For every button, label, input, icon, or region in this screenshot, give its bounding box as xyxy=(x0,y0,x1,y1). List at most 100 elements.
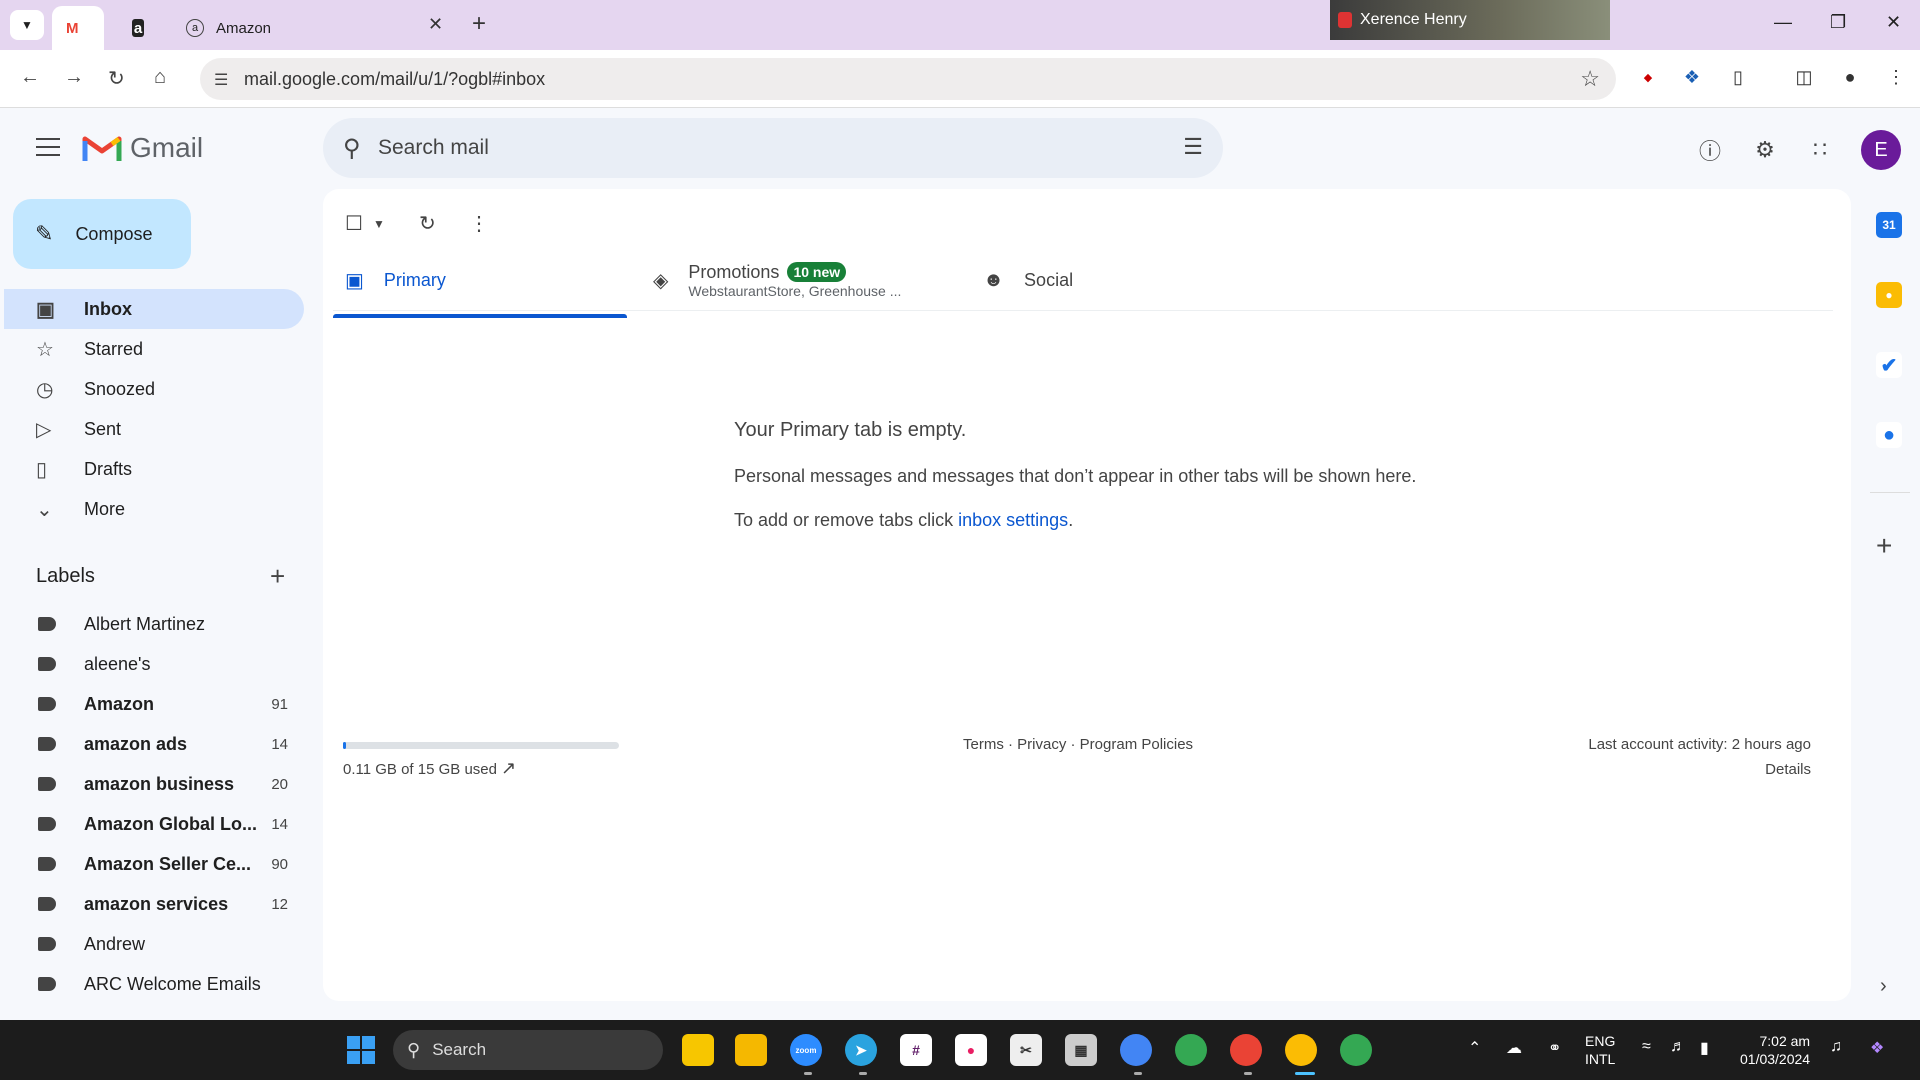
minimize-icon[interactable]: — xyxy=(1774,12,1792,33)
more-options-icon[interactable]: ⋮ xyxy=(469,211,489,236)
chevron-right-icon[interactable]: › xyxy=(1880,975,1887,998)
refresh-icon[interactable]: ↻ xyxy=(419,211,436,236)
sticky-notes-icon[interactable] xyxy=(682,1034,714,1066)
tab-search-button[interactable]: ▼ xyxy=(10,10,44,40)
keyboard-language[interactable]: ENG INTL xyxy=(1585,1032,1615,1068)
google-apps-icon[interactable]: ∷ xyxy=(1805,135,1835,165)
slack-icon[interactable]: # xyxy=(900,1034,932,1066)
extension-icon[interactable]: ◆ xyxy=(1636,65,1660,89)
label-item[interactable]: aleene's xyxy=(38,644,288,684)
star-icon: ☆ xyxy=(36,338,54,361)
label-item[interactable]: Amazon Global Lo... 14 xyxy=(38,804,288,844)
notification-bell-icon[interactable]: ♫ xyxy=(1830,1038,1842,1056)
tab-social[interactable]: ☻ Social xyxy=(983,249,1073,311)
lang-top: ENG xyxy=(1585,1033,1616,1049)
settings-gear-icon[interactable]: ⚙ xyxy=(1750,135,1780,165)
running-indicator xyxy=(859,1072,867,1075)
sidebar-item-more[interactable]: ⌄ More xyxy=(4,489,304,529)
search-options-icon[interactable]: ☰ xyxy=(1183,134,1203,160)
chrome-icon[interactable] xyxy=(1120,1034,1152,1066)
help-icon[interactable]: ⓘ xyxy=(1695,135,1725,165)
address-bar[interactable]: ☰ mail.google.com/mail/u/1/?ogbl#inbox ☆ xyxy=(200,58,1616,100)
browser-menu-icon[interactable]: ⋮ xyxy=(1884,65,1908,89)
snipping-tool-icon[interactable]: ✂ xyxy=(1010,1034,1042,1066)
tab-primary[interactable]: ▣ Primary xyxy=(345,249,446,311)
label-item[interactable]: amazon services 12 xyxy=(38,884,288,924)
meeting-video-thumbnail[interactable]: Xerence Henry xyxy=(1330,0,1610,40)
url-text: mail.google.com/mail/u/1/?ogbl#inbox xyxy=(244,69,546,89)
open-in-new-icon[interactable]: ↗ xyxy=(501,758,516,779)
forward-icon[interactable]: → xyxy=(64,66,84,89)
tab-promotions[interactable]: ◈ Promotions 10 new WebstaurantStore, Gr… xyxy=(653,249,901,311)
label-item[interactable]: Amazon 91 xyxy=(38,684,288,724)
home-icon[interactable]: ⌂ xyxy=(154,66,166,89)
label-item[interactable]: Albert Martinez xyxy=(38,604,288,644)
onedrive-icon[interactable]: ☁ xyxy=(1506,1038,1522,1058)
telegram-icon[interactable]: ➤ xyxy=(845,1034,877,1066)
sidebar-item-sent[interactable]: ▷ Sent xyxy=(4,409,304,449)
tab-amazon[interactable]: a xyxy=(118,6,170,50)
select-dropdown-icon[interactable]: ▼ xyxy=(373,217,385,231)
copilot-icon[interactable]: ❖ xyxy=(1870,1038,1884,1058)
close-tab-icon[interactable]: ✕ xyxy=(428,14,443,35)
compose-button[interactable]: ✎ Compose xyxy=(13,199,191,269)
label-item[interactable]: amazon ads 14 xyxy=(38,724,288,764)
muted-mic-icon xyxy=(1338,12,1352,28)
extension-icon[interactable]: ❖ xyxy=(1680,65,1704,89)
label-name: amazon ads xyxy=(84,733,188,754)
sidebar-item-drafts[interactable]: ▯ Drafts xyxy=(4,449,304,489)
inbox-settings-link[interactable]: inbox settings xyxy=(958,510,1068,530)
sidebar-item-inbox[interactable]: ▣ Inbox xyxy=(4,289,304,329)
restore-icon[interactable]: ❐ xyxy=(1830,12,1846,33)
label-item[interactable]: Andrew xyxy=(38,924,288,964)
tasks-icon[interactable]: ✔ xyxy=(1876,352,1902,378)
keep-icon[interactable]: ● xyxy=(1876,282,1902,308)
account-avatar[interactable]: E xyxy=(1861,130,1901,170)
back-icon[interactable]: ← xyxy=(20,66,40,89)
add-label-icon[interactable]: + xyxy=(270,561,285,592)
system-clock[interactable]: 7:02 am 01/03/2024 xyxy=(1740,1032,1810,1068)
get-addons-icon[interactable]: + xyxy=(1876,530,1892,562)
zoom-app-icon[interactable]: zoom xyxy=(790,1034,822,1066)
promotions-senders: WebstaurantStore, Greenhouse ... xyxy=(688,282,902,299)
chrome-icon[interactable] xyxy=(1340,1034,1372,1066)
label-item[interactable]: amazon business 20 xyxy=(38,764,288,804)
wifi-icon[interactable]: ≈ xyxy=(1642,1038,1651,1056)
contacts-icon[interactable]: ● xyxy=(1876,422,1902,448)
app-icon[interactable]: ● xyxy=(955,1034,987,1066)
sidebar-item-starred[interactable]: ☆ Starred xyxy=(4,329,304,369)
chrome-icon[interactable] xyxy=(1230,1034,1262,1066)
side-panel-icon[interactable]: ◫ xyxy=(1792,65,1816,89)
profile-icon[interactable]: ● xyxy=(1838,65,1862,89)
site-info-icon[interactable]: ☰ xyxy=(214,70,228,90)
sidebar-item-snoozed[interactable]: ◷ Snoozed xyxy=(4,369,304,409)
chrome-icon[interactable] xyxy=(1285,1034,1317,1066)
battery-icon[interactable]: ▮ xyxy=(1700,1038,1709,1058)
label-item[interactable]: ARC Welcome Emails xyxy=(38,964,288,1004)
extensions-puzzle-icon[interactable]: ▯ xyxy=(1726,65,1750,89)
windows-start-icon[interactable] xyxy=(347,1036,375,1064)
taskbar-search[interactable]: ⚲ Search xyxy=(393,1030,663,1070)
search-input[interactable]: Search mail xyxy=(378,136,489,160)
footer-links[interactable]: Terms · Privacy · Program Policies xyxy=(963,736,1193,753)
search-bar[interactable]: ⚲ Search mail ☰ xyxy=(323,118,1223,178)
search-icon[interactable]: ⚲ xyxy=(343,134,361,163)
reload-icon[interactable]: ↻ xyxy=(108,66,125,91)
microphone-icon[interactable]: ⚭ xyxy=(1548,1038,1561,1058)
calendar-icon[interactable]: 31 xyxy=(1876,212,1902,238)
calculator-icon[interactable]: ▦ xyxy=(1065,1034,1097,1066)
tab-gmail[interactable]: M xyxy=(52,6,104,50)
details-link[interactable]: Details xyxy=(1588,761,1811,778)
tray-overflow-icon[interactable]: ⌃ xyxy=(1468,1038,1481,1058)
volume-icon[interactable]: ♬ xyxy=(1670,1038,1686,1056)
file-explorer-icon[interactable] xyxy=(735,1034,767,1066)
select-checkbox-icon[interactable]: ☐ xyxy=(345,211,363,236)
main-menu-icon[interactable] xyxy=(36,138,60,156)
tab-amazon-active[interactable]: a Amazon xyxy=(172,6,422,50)
label-item[interactable]: Amazon Seller Ce... 90 xyxy=(38,844,288,884)
gmail-logo[interactable]: Gmail xyxy=(82,132,203,164)
close-window-icon[interactable]: ✕ xyxy=(1886,12,1901,33)
new-tab-icon[interactable]: + xyxy=(472,10,486,38)
bookmark-star-icon[interactable]: ☆ xyxy=(1580,66,1600,92)
chrome-icon[interactable] xyxy=(1175,1034,1207,1066)
